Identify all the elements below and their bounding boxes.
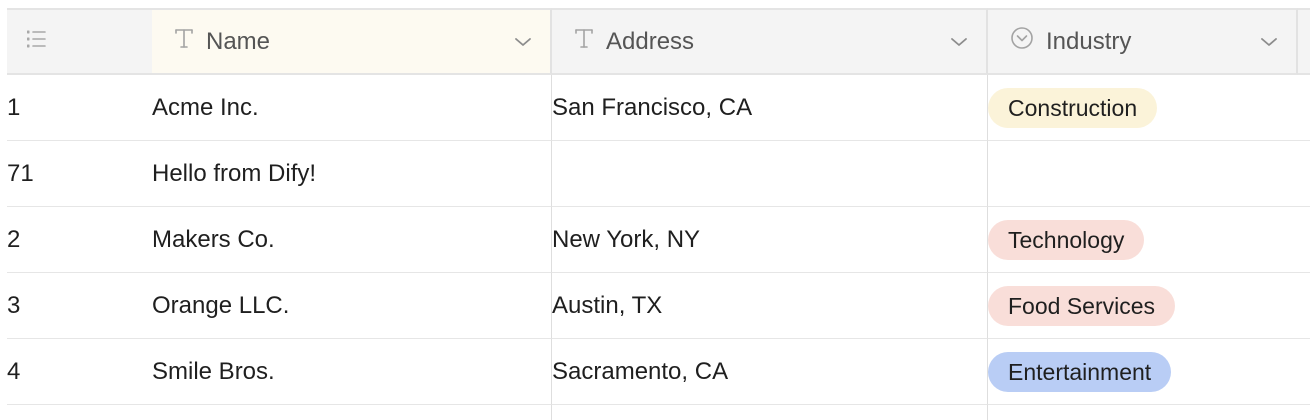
table-row[interactable]: 1 Acme Inc. San Francisco, CA Constructi… xyxy=(7,75,1310,141)
table-row-partial[interactable] xyxy=(7,405,1310,420)
row-id: 71 xyxy=(7,141,152,207)
industry-cell[interactable]: Entertainment xyxy=(988,339,1298,405)
address-cell[interactable]: Sacramento, CA xyxy=(552,339,988,405)
name-cell[interactable]: Makers Co. xyxy=(152,207,552,273)
add-column-header[interactable] xyxy=(1298,8,1310,75)
industry-cell[interactable]: Construction xyxy=(988,75,1298,141)
industry-column-header[interactable]: Industry xyxy=(988,8,1298,75)
industry-tag: Technology xyxy=(988,219,1145,260)
header-row: Name Address Industry xyxy=(7,8,1310,75)
industry-cell[interactable] xyxy=(988,141,1298,207)
row-id: 1 xyxy=(7,75,152,141)
table-row[interactable]: 4 Smile Bros. Sacramento, CA Entertainme… xyxy=(7,339,1310,405)
address-cell[interactable] xyxy=(552,141,988,207)
name-cell[interactable]: Smile Bros. xyxy=(152,339,552,405)
empty-cell xyxy=(1298,339,1310,405)
top-spacer xyxy=(0,0,1310,8)
name-cell[interactable]: Hello from Dify! xyxy=(152,141,552,207)
chevron-down-icon[interactable] xyxy=(950,36,968,48)
empty-cell xyxy=(1298,75,1310,141)
row-id: 3 xyxy=(7,273,152,339)
text-type-icon xyxy=(574,27,594,56)
single-select-icon xyxy=(1010,26,1034,57)
text-type-icon xyxy=(174,27,194,56)
data-grid: Name Address Industry 1 Acme Inc. San Fr… xyxy=(7,8,1310,420)
industry-tag: Construction xyxy=(988,87,1158,128)
empty-cell xyxy=(1298,405,1310,420)
chevron-down-icon[interactable] xyxy=(1260,36,1278,48)
name-column-header[interactable]: Name xyxy=(152,8,552,75)
name-cell[interactable]: Acme Inc. xyxy=(152,75,552,141)
row-id: 4 xyxy=(7,339,152,405)
address-column-header[interactable]: Address xyxy=(552,8,988,75)
industry-cell[interactable]: Food Services xyxy=(988,273,1298,339)
chevron-down-icon[interactable] xyxy=(514,36,532,48)
address-cell[interactable]: New York, NY xyxy=(552,207,988,273)
address-column-label: Address xyxy=(606,27,695,55)
row-id: 2 xyxy=(7,207,152,273)
table-row[interactable]: 2 Makers Co. New York, NY Technology xyxy=(7,207,1310,273)
table-row[interactable]: 3 Orange LLC. Austin, TX Food Services xyxy=(7,273,1310,339)
address-cell[interactable]: Austin, TX xyxy=(552,273,988,339)
empty-cell xyxy=(1298,273,1310,339)
industry-cell[interactable] xyxy=(988,405,1298,420)
industry-tag: Food Services xyxy=(988,285,1176,326)
industry-column-label: Industry xyxy=(1046,27,1132,55)
industry-tag: Entertainment xyxy=(988,351,1172,392)
row-number-header[interactable] xyxy=(7,8,152,75)
empty-cell xyxy=(1298,141,1310,207)
address-cell[interactable]: San Francisco, CA xyxy=(552,75,988,141)
name-cell[interactable]: Orange LLC. xyxy=(152,273,552,339)
table-view: Name Address Industry 1 Acme Inc. San Fr… xyxy=(0,0,1310,420)
address-cell[interactable] xyxy=(552,405,988,420)
industry-cell[interactable]: Technology xyxy=(988,207,1298,273)
name-cell[interactable] xyxy=(152,405,552,420)
name-column-label: Name xyxy=(206,27,271,55)
numbered-list-icon xyxy=(25,28,47,55)
empty-cell xyxy=(1298,207,1310,273)
table-row[interactable]: 71 Hello from Dify! xyxy=(7,141,1310,207)
row-id xyxy=(7,405,152,420)
